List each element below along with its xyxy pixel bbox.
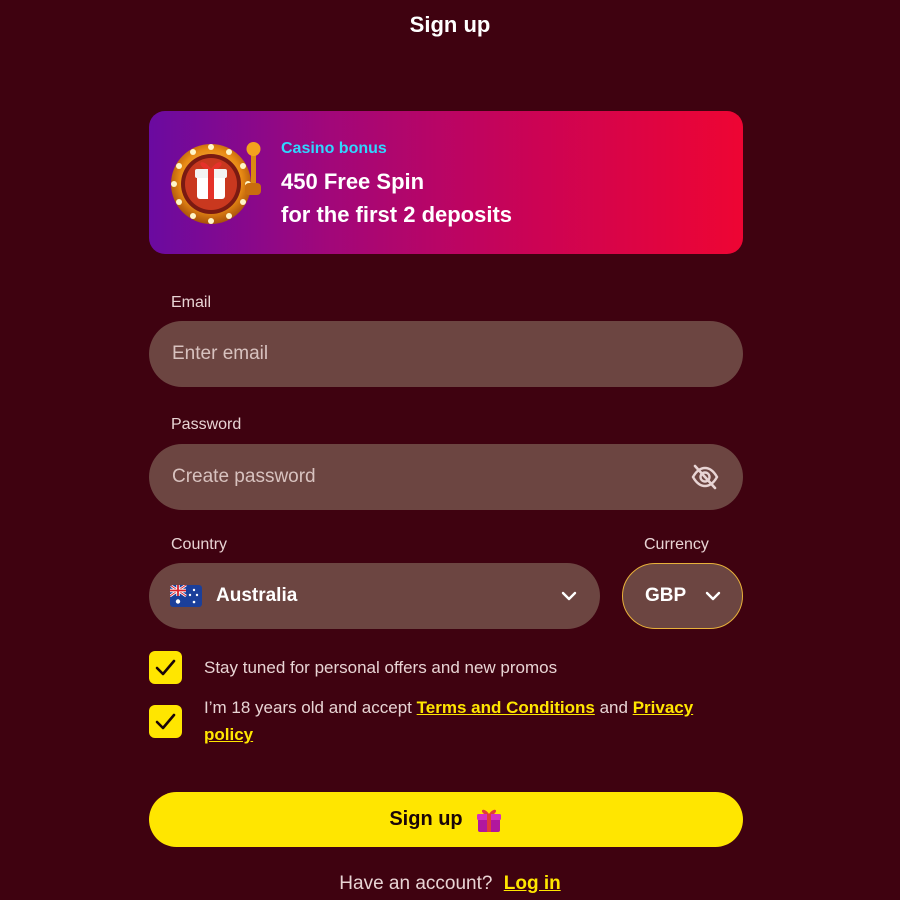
- australia-flag-icon: [170, 585, 202, 607]
- terms-link[interactable]: Terms and Conditions: [417, 698, 595, 717]
- country-select[interactable]: Australia: [149, 563, 600, 629]
- eye-off-icon[interactable]: [691, 463, 719, 491]
- currency-label: Currency: [644, 536, 709, 553]
- banner-line1: 450 Free Spin: [281, 169, 425, 194]
- email-field[interactable]: Enter email: [149, 321, 743, 387]
- checkmark-icon: [155, 713, 176, 730]
- signup-button-label: Sign up: [389, 808, 463, 830]
- gift-icon: [476, 809, 501, 832]
- promo-checkbox-label: Stay tuned for personal offers and new p…: [204, 658, 558, 677]
- signup-page: Sign up Casino bonus 450 Free Spin for t…: [0, 0, 900, 900]
- login-link[interactable]: Log in: [504, 873, 561, 894]
- currency-select[interactable]: GBP: [622, 563, 743, 629]
- checkmark-icon: [155, 659, 176, 676]
- terms-checkbox[interactable]: [149, 705, 182, 738]
- page-title: Sign up: [409, 12, 491, 37]
- chevron-down-icon: [561, 591, 577, 601]
- terms-checkbox-label: I’m 18 years old and accept Terms and Co…: [204, 694, 724, 748]
- banner-line2: for the first 2 deposits: [281, 202, 513, 227]
- bonus-banner[interactable]: Casino bonus 450 Free Spin for the first…: [149, 111, 743, 254]
- banner-headline: 450 Free Spin for the first 2 deposits: [281, 165, 512, 231]
- email-placeholder: Enter email: [172, 343, 269, 364]
- slot-wheel-gift-icon: [171, 142, 261, 224]
- terms-text-mid: and: [599, 698, 628, 717]
- password-field[interactable]: Create password: [149, 444, 743, 510]
- login-prompt: Have an account? Log in: [0, 872, 900, 896]
- chevron-down-icon: [705, 591, 721, 601]
- country-label: Country: [171, 536, 228, 553]
- currency-value: GBP: [645, 585, 687, 606]
- login-prompt-text: Have an account?: [339, 873, 493, 894]
- password-label: Password: [171, 416, 242, 433]
- promo-checkbox[interactable]: [149, 651, 182, 684]
- country-value: Australia: [216, 585, 298, 606]
- terms-text-before: I’m 18 years old and accept: [204, 698, 412, 717]
- signup-button[interactable]: Sign up: [149, 792, 743, 847]
- banner-tag: Casino bonus: [281, 140, 387, 157]
- password-placeholder: Create password: [172, 466, 316, 487]
- email-label: Email: [171, 294, 212, 311]
